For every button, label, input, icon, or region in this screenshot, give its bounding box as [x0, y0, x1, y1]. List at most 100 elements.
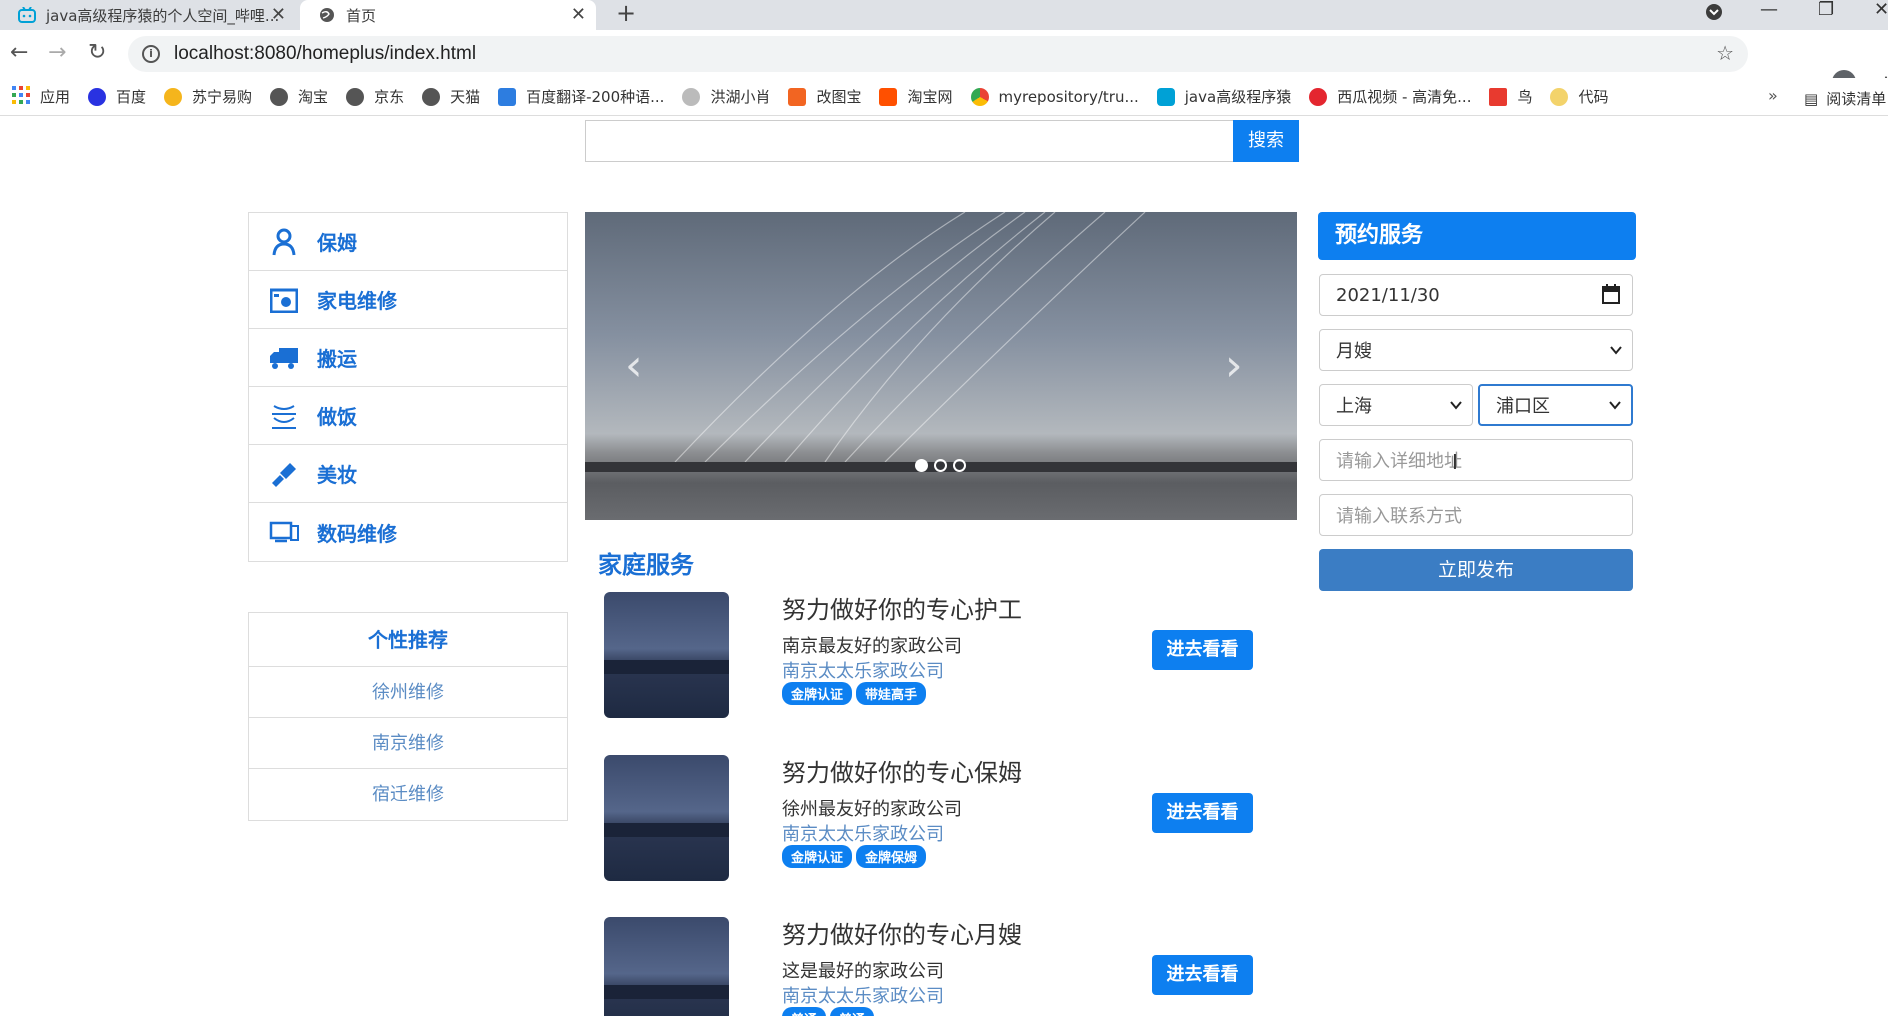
- tab-title: 首页: [346, 6, 377, 25]
- carousel-dot[interactable]: [915, 459, 928, 472]
- feather-icon: [682, 87, 701, 106]
- bookmark-jd[interactable]: 京东: [346, 86, 404, 107]
- minimize-icon[interactable]: —: [1760, 0, 1778, 20]
- bookmark-myrepository[interactable]: myrepository/tru...: [970, 87, 1139, 106]
- baidu-icon: [88, 87, 107, 106]
- bookmark-gaitubao[interactable]: 改图宝: [788, 86, 861, 107]
- view-service-button[interactable]: 进去看看: [1152, 793, 1253, 833]
- tab-search-icon[interactable]: [1704, 2, 1724, 27]
- bookmark-label: 京东: [374, 88, 405, 106]
- service-thumbnail[interactable]: [604, 592, 729, 718]
- service-card: 努力做好你的专心保姆 徐州最友好的家政公司 南京太太乐家政公司 金牌认证 金牌保…: [604, 755, 1254, 881]
- contact-input[interactable]: 请输入联系方式: [1319, 494, 1633, 536]
- bookmark-baidu[interactable]: 百度: [88, 86, 146, 107]
- bookmark-code[interactable]: 代码: [1550, 86, 1609, 107]
- bookmark-label: 洪湖小肖: [710, 88, 771, 106]
- category-item-makeup[interactable]: 美妆: [249, 445, 567, 503]
- category-item-nanny[interactable]: 保姆: [249, 213, 567, 271]
- more-bookmarks-icon[interactable]: »: [1768, 86, 1778, 105]
- view-service-button[interactable]: 进去看看: [1152, 630, 1253, 670]
- carousel-dot[interactable]: [934, 459, 947, 472]
- site-info-icon[interactable]: i: [142, 45, 160, 63]
- bookmark-bird[interactable]: 鸟: [1489, 86, 1532, 107]
- browser-tab-bilibili[interactable]: java高级程序猿的个人空间_哔哩... ✕: [0, 0, 296, 30]
- bookmark-java[interactable]: java高级程序猿: [1156, 86, 1291, 107]
- recommend-item[interactable]: 宿迁维修: [249, 769, 567, 820]
- service-title: 努力做好你的专心护工: [782, 596, 1022, 624]
- carousel-dot[interactable]: [953, 459, 966, 472]
- address-input[interactable]: 请输入详细地址 I: [1319, 439, 1633, 481]
- tag-badge: 带娃高手: [856, 682, 927, 705]
- category-item-cooking[interactable]: 做饭: [249, 387, 567, 445]
- service-thumbnail[interactable]: [604, 917, 729, 1016]
- url-field[interactable]: i localhost:8080/homeplus/index.html ☆: [128, 36, 1748, 72]
- service-company-link[interactable]: 南京太太乐家政公司: [782, 820, 944, 846]
- service-type-select[interactable]: 月嫂: [1319, 329, 1633, 371]
- category-item-appliance-repair[interactable]: 家电维修: [249, 271, 567, 329]
- service-company-link[interactable]: 南京太太乐家政公司: [782, 657, 944, 683]
- category-item-moving[interactable]: 搬运: [249, 329, 567, 387]
- browser-tab-home[interactable]: 首页 ✕: [300, 0, 596, 30]
- taobao-icon: [879, 87, 898, 106]
- search-button[interactable]: 搜索: [1233, 120, 1299, 162]
- forward-icon[interactable]: →: [48, 40, 66, 65]
- bookmark-taobao[interactable]: 淘宝: [270, 86, 328, 107]
- search-input[interactable]: [585, 120, 1234, 162]
- reading-list-icon: ▤: [1804, 89, 1819, 108]
- new-tab-icon[interactable]: +: [616, 0, 636, 26]
- close-tab-icon[interactable]: ✕: [271, 4, 286, 25]
- calendar-icon[interactable]: [1602, 284, 1620, 309]
- service-tags: 普通 普通: [782, 1007, 875, 1016]
- cooking-icon: [269, 401, 299, 431]
- close-window-icon[interactable]: ✕: [1874, 0, 1888, 20]
- restore-icon[interactable]: ❐: [1818, 0, 1834, 20]
- category-label: 保姆: [317, 231, 357, 255]
- recommend-item[interactable]: 徐州维修: [249, 667, 567, 718]
- address-bar: ← → ↻ i localhost:8080/homeplus/index.ht…: [0, 30, 1888, 96]
- gaitubao-icon: [788, 87, 807, 106]
- reading-list[interactable]: ▤ 阅读清单: [1804, 88, 1886, 109]
- carousel-prev-icon[interactable]: ‹: [625, 340, 643, 391]
- service-thumbnail[interactable]: [604, 755, 729, 881]
- truck-icon: [269, 343, 299, 373]
- bilibili-icon: [1156, 87, 1175, 106]
- reading-list-label: 阅读清单: [1826, 90, 1887, 108]
- bookmark-label: 改图宝: [816, 88, 862, 106]
- bookmark-honghu[interactable]: 洪湖小肖: [682, 86, 770, 107]
- digital-repair-icon: [269, 517, 299, 547]
- service-title: 努力做好你的专心保姆: [782, 759, 1022, 787]
- service-card: 努力做好你的专心月嫂 这是最好的家政公司 南京太太乐家政公司 普通 普通 进去看…: [604, 917, 1254, 1016]
- bookmark-apps[interactable]: 应用: [12, 85, 70, 108]
- contact-placeholder: 请输入联系方式: [1336, 506, 1462, 527]
- bookmark-baidu-translate[interactable]: 百度翻译-200种语...: [498, 86, 664, 107]
- bookmark-label: 天猫: [450, 88, 481, 106]
- globe-icon: [422, 87, 441, 106]
- date-field[interactable]: 2021/11/30: [1319, 274, 1633, 316]
- bookmark-star-icon[interactable]: ☆: [1716, 41, 1734, 65]
- carousel-next-icon[interactable]: ›: [1225, 340, 1243, 391]
- category-label: 搬运: [317, 347, 357, 371]
- district-select[interactable]: 浦口区: [1478, 384, 1633, 426]
- carousel-indicators: [915, 459, 966, 472]
- service-desc: 南京最友好的家政公司: [782, 636, 962, 657]
- city-select[interactable]: 上海: [1319, 384, 1473, 426]
- recommend-item[interactable]: 南京维修: [249, 718, 567, 769]
- booking-panel: 预约服务: [1318, 212, 1636, 260]
- close-tab-icon[interactable]: ✕: [571, 4, 586, 25]
- bookmark-xigua[interactable]: 西瓜视频 - 高清免...: [1309, 86, 1471, 107]
- xigua-icon: [1309, 87, 1328, 106]
- view-service-button[interactable]: 进去看看: [1152, 955, 1253, 995]
- service-company-link[interactable]: 南京太太乐家政公司: [782, 982, 944, 1008]
- chrome-icon: [970, 87, 989, 106]
- category-menu: 保姆 家电维修 搬运 做饭 美妆 数码维修: [248, 212, 568, 562]
- bookmark-tmall[interactable]: 天猫: [422, 86, 480, 107]
- bookmark-taobao-net[interactable]: 淘宝网: [879, 86, 953, 107]
- booking-title: 预约服务: [1318, 212, 1636, 260]
- category-item-digital-repair[interactable]: 数码维修: [249, 503, 567, 561]
- bookmark-label: 淘宝网: [907, 88, 953, 106]
- publish-button[interactable]: 立即发布: [1319, 549, 1633, 591]
- globe-icon: [318, 6, 336, 24]
- reload-icon[interactable]: ↻: [88, 40, 106, 65]
- back-icon[interactable]: ←: [10, 40, 28, 65]
- bookmark-suning[interactable]: 苏宁易购: [164, 86, 252, 107]
